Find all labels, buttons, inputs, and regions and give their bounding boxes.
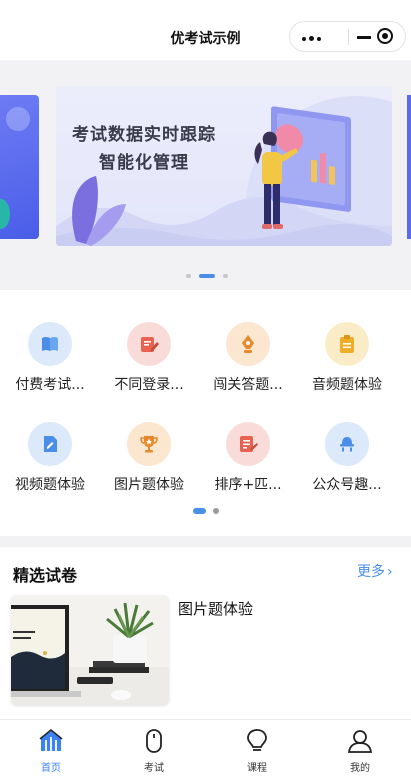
feature-dot-active[interactable]	[193, 508, 206, 514]
tab-course[interactable]: 课程	[206, 720, 308, 776]
tab-label: 课程	[247, 763, 267, 774]
more-label: 更多	[357, 564, 385, 580]
feature-label: 排序+匹...	[214, 477, 282, 493]
feature-label: 不同登录...	[114, 377, 184, 393]
user-icon	[347, 730, 373, 753]
feature-label: 付费考试...	[15, 377, 85, 393]
feature-label: 视频题体验	[15, 477, 85, 493]
sort-icon	[226, 422, 270, 466]
tab-label: 考试	[144, 763, 164, 774]
trophy-icon	[127, 422, 171, 466]
banner-subheadline: 智能化管理	[99, 153, 189, 173]
mouse-icon	[146, 729, 162, 753]
tab-mine[interactable]: 我的	[309, 720, 411, 776]
section-title: 精选试卷	[13, 566, 78, 585]
banner-slide-previous[interactable]	[0, 95, 39, 239]
tab-label: 首页	[41, 763, 61, 774]
tab-exam[interactable]: 考试	[103, 720, 205, 776]
banner-dot[interactable]	[186, 274, 191, 278]
banner-headline: 考试数据实时跟踪	[72, 125, 216, 145]
clipboard-icon	[325, 322, 369, 366]
banner-slide-next[interactable]	[407, 95, 411, 239]
chevron-right-icon: ›	[387, 564, 393, 580]
paper-title[interactable]: 图片题体验	[178, 598, 253, 619]
more-link[interactable]: 更多 ›	[357, 561, 393, 581]
feature-label: 公众号趣...	[312, 477, 382, 493]
tab-label: 我的	[350, 763, 370, 774]
edit-icon	[127, 322, 171, 366]
lamp-icon	[325, 422, 369, 466]
feature-item[interactable]: 图片题体验	[100, 422, 198, 502]
banner-slide-current[interactable]: 考试数据实时跟踪 智能化管理	[56, 86, 392, 246]
close-mini-program-icon[interactable]	[377, 28, 393, 44]
banner-dot[interactable]	[223, 274, 228, 278]
feature-item[interactable]: 公众号趣...	[298, 422, 396, 502]
document-icon	[28, 422, 72, 466]
feature-item[interactable]: 闯关答题...	[199, 322, 297, 402]
navigation-bar: 优考试示例	[0, 0, 411, 60]
feature-item[interactable]: 视频题体验	[1, 422, 99, 502]
banner-dot-active[interactable]	[199, 274, 215, 278]
feature-label: 图片题体验	[114, 477, 184, 493]
bulb-icon	[247, 729, 267, 751]
banner-carousel[interactable]: 考试数据实时跟踪 智能化管理	[0, 60, 411, 290]
laptop-plant-photo	[11, 595, 169, 705]
book-icon	[28, 322, 72, 366]
feature-grid: 付费考试... 不同登录... 闯关答题... 音频题体验 视频题体验 图片题体…	[0, 290, 411, 536]
paper-thumbnail[interactable]	[11, 595, 169, 705]
minimize-icon[interactable]	[357, 36, 371, 39]
feature-label: 闯关答题...	[213, 377, 283, 393]
pen-nib-icon	[226, 322, 270, 366]
feature-pagination	[0, 508, 411, 516]
feature-item[interactable]: 排序+匹...	[199, 422, 297, 502]
featured-papers-section: 精选试卷 更多 › 图片题体验	[0, 547, 411, 719]
banner-pagination	[0, 274, 411, 280]
feature-dot[interactable]	[213, 508, 219, 514]
capsule-divider	[348, 29, 349, 45]
more-options-icon[interactable]	[302, 36, 324, 41]
feature-item[interactable]: 不同登录...	[100, 322, 198, 402]
mini-program-capsule	[289, 21, 406, 52]
feature-item[interactable]: 付费考试...	[1, 322, 99, 402]
feature-label: 音频题体验	[312, 377, 382, 393]
home-icon	[39, 728, 63, 751]
feature-item[interactable]: 音频题体验	[298, 322, 396, 402]
bottom-tab-bar: 首页 考试 课程 我的	[0, 719, 411, 776]
tab-home[interactable]: 首页	[0, 720, 102, 776]
